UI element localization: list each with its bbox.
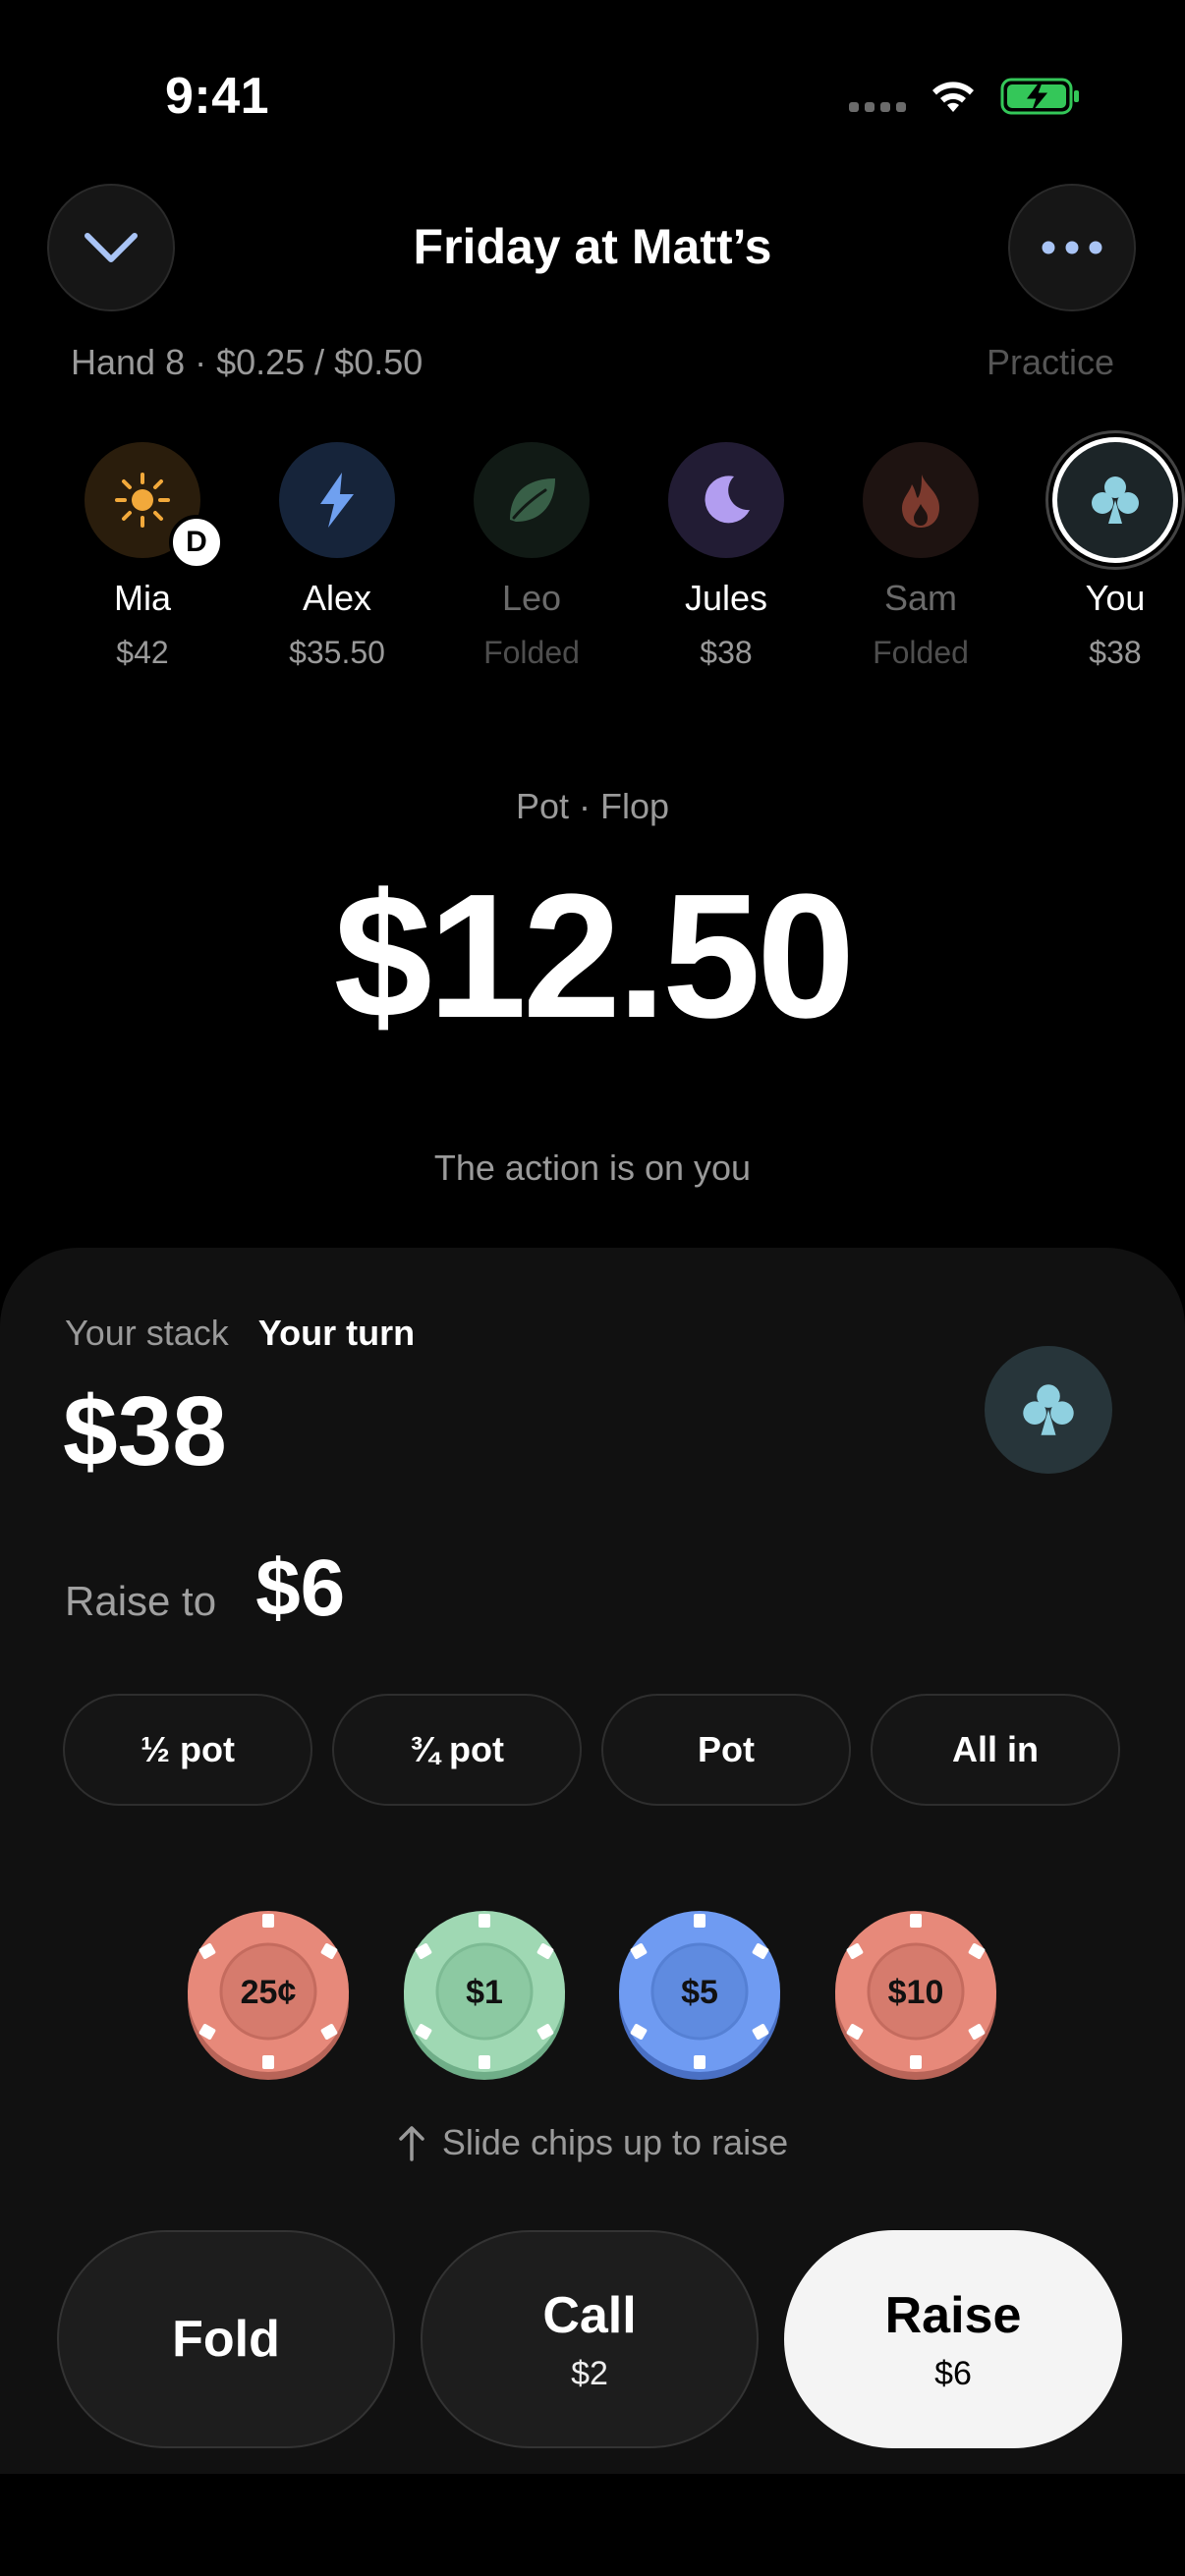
arrow-up-icon <box>399 2126 424 2161</box>
player-name: Leo <box>501 578 562 618</box>
status-time: 9:41 <box>165 68 270 125</box>
wifi-icon <box>932 82 974 112</box>
stack-header: Your stack Your turn <box>65 1313 415 1354</box>
raise-button[interactable]: Raise $6 <box>784 2230 1122 2448</box>
turn-label: Your turn <box>257 1313 416 1353</box>
preset-all-in-button[interactable]: All in <box>871 1694 1120 1806</box>
call-amount: $2 <box>571 2354 608 2392</box>
player-stack: Folded <box>873 635 969 670</box>
player-name: Sam <box>883 578 958 618</box>
player-stack: $35.50 <box>289 635 385 670</box>
player-strip: D Mia $42 Alex $35.50 Leo Folded Jules $… <box>0 442 1185 688</box>
battery-icon <box>1000 78 1079 115</box>
chip-label: 25¢ <box>241 1974 297 2011</box>
more-options-button[interactable] <box>1008 184 1136 311</box>
player-name: Alex <box>302 578 372 618</box>
avatar <box>863 442 979 558</box>
player-name: Jules <box>684 578 768 618</box>
avatar <box>1057 442 1173 558</box>
action-message: The action is on you <box>433 1148 752 1188</box>
hand-info: Hand 8 · $0.25 / $0.50 <box>71 342 423 382</box>
slide-hint: Slide chips up to raise <box>0 2122 1185 2163</box>
pot-label: Pot · Flop <box>515 786 670 826</box>
chip-label: $5 <box>681 1974 718 2011</box>
stack-label: Your stack <box>65 1313 229 1353</box>
chip-tray: 25¢ $1 $5 $10 <box>0 1908 1185 2085</box>
dealer-badge: D <box>169 515 224 570</box>
chip-label: $1 <box>466 1974 503 2011</box>
chip-25-cents[interactable]: 25¢ <box>185 1908 352 2081</box>
fold-button[interactable]: Fold <box>57 2230 395 2448</box>
player-mia[interactable]: D Mia $42 <box>59 442 226 671</box>
hand-info-row: Hand 8 · $0.25 / $0.50 Practice <box>71 342 1114 383</box>
flame-icon <box>902 475 939 528</box>
ellipsis-icon <box>1042 241 1102 254</box>
player-stack: Folded <box>483 635 580 670</box>
player-name: Mia <box>113 578 171 618</box>
club-icon <box>1092 476 1139 524</box>
player-avatar-badge <box>985 1346 1112 1474</box>
sun-icon <box>115 473 170 528</box>
fold-label: Fold <box>172 2311 280 2368</box>
call-button[interactable]: Call $2 <box>421 2230 759 2448</box>
betting-panel: Your stack Your turn $38 Raise to $6 ½ p… <box>0 1248 1185 2474</box>
action-buttons: Fold Call $2 Raise $6 <box>57 2230 1122 2448</box>
player-you[interactable]: You $38 <box>1032 442 1185 671</box>
slide-hint-text: Slide chips up to raise <box>441 2122 789 2162</box>
chip-1-dollar[interactable]: $1 <box>401 1908 568 2081</box>
stack-amount: $38 <box>63 1376 227 1486</box>
moon-icon <box>705 476 750 524</box>
preset-three-quarter-pot-button[interactable]: ¾ pot <box>332 1694 582 1806</box>
status-bar: 9:41 <box>0 0 1185 187</box>
player-leo[interactable]: Leo Folded <box>448 442 615 671</box>
avatar <box>474 442 590 558</box>
avatar <box>279 442 395 558</box>
call-label: Call <box>542 2286 637 2344</box>
avatar <box>668 442 784 558</box>
raise-button-amount: $6 <box>934 2354 972 2392</box>
preset-pot-button[interactable]: Pot <box>601 1694 851 1806</box>
cellular-signal-icon <box>849 102 906 112</box>
practice-mode-label: Practice <box>986 342 1114 382</box>
raise-button-label: Raise <box>884 2286 1022 2344</box>
preset-half-pot-button[interactable]: ½ pot <box>63 1694 312 1806</box>
pot-amount: $12.50 <box>333 858 856 1055</box>
chip-10-dollar[interactable]: $10 <box>832 1908 999 2081</box>
player-jules[interactable]: Jules $38 <box>643 442 810 671</box>
chip-label: $10 <box>888 1974 944 2011</box>
player-stack: $42 <box>116 635 169 670</box>
player-sam[interactable]: Sam Folded <box>837 442 1004 671</box>
lightning-icon <box>320 473 354 528</box>
raise-row: Raise to $6 <box>65 1542 345 1635</box>
player-stack: $38 <box>1089 635 1142 670</box>
avatar: D <box>85 442 224 570</box>
raise-label: Raise to <box>65 1578 217 1624</box>
player-stack: $38 <box>700 635 753 670</box>
player-name: You <box>1085 578 1146 618</box>
raise-presets: ½ pot ¾ pot Pot All in <box>63 1694 1120 1806</box>
club-icon <box>1023 1384 1074 1435</box>
chip-5-dollar[interactable]: $5 <box>616 1908 783 2081</box>
leaf-icon <box>510 478 555 522</box>
raise-amount: $6 <box>255 1543 346 1633</box>
player-alex[interactable]: Alex $35.50 <box>254 442 421 671</box>
